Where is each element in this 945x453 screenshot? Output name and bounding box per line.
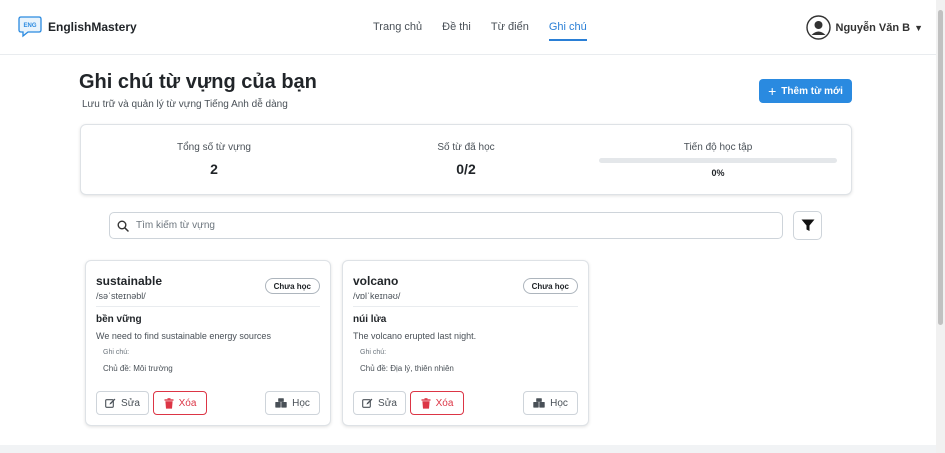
navbar: ENG EnglishMastery Trang chủ Đề thi Từ đ… bbox=[0, 0, 936, 55]
progress-bar bbox=[599, 158, 837, 163]
search-icon bbox=[117, 220, 129, 232]
stat-total: Tổng số từ vựng 2 bbox=[161, 142, 267, 177]
learn-label: Học bbox=[550, 397, 568, 409]
chevron-down-icon: ▼ bbox=[914, 22, 923, 33]
add-word-button[interactable]: + Thêm từ mới bbox=[759, 79, 852, 103]
card-phonetic: /səˈsteɪnəbl/ bbox=[96, 291, 146, 301]
card-divider bbox=[353, 306, 578, 307]
chat-bubble-logo-icon: ENG bbox=[18, 16, 42, 38]
progress-text: 0% bbox=[711, 168, 725, 178]
status-badge: Chưa học bbox=[264, 278, 320, 294]
card-word: volcano bbox=[353, 274, 399, 288]
delete-label: Xóa bbox=[178, 397, 197, 409]
card-phonetic: /vɒlˈkeɪnəʊ/ bbox=[353, 291, 401, 301]
page-subtitle: Lưu trữ và quản lý từ vựng Tiếng Anh dễ … bbox=[82, 99, 288, 110]
edit-icon bbox=[362, 398, 373, 408]
vocab-card: volcano /vɒlˈkeɪnəʊ/ Chưa học núi lửa Th… bbox=[342, 260, 589, 426]
learn-button[interactable]: Học bbox=[523, 391, 578, 415]
edit-button[interactable]: Sửa bbox=[353, 391, 406, 415]
scrollbar-thumb[interactable] bbox=[938, 10, 943, 325]
card-example: The volcano erupted last night. bbox=[353, 331, 477, 341]
delete-label: Xóa bbox=[435, 397, 454, 409]
card-note-label: Ghi chú: bbox=[103, 349, 130, 356]
stat-total-label: Tổng số từ vựng bbox=[177, 142, 251, 153]
page-title: Ghi chú từ vựng của bạn bbox=[79, 71, 317, 93]
card-divider bbox=[96, 306, 320, 307]
stat-progress: Tiến độ học tập 0% bbox=[599, 142, 837, 178]
nav-home[interactable]: Trang chủ bbox=[373, 21, 422, 41]
stat-learned: Số từ đã học 0/2 bbox=[411, 142, 521, 177]
brand-logo-text: ENG bbox=[23, 23, 36, 29]
card-meaning: núi lửa bbox=[353, 314, 387, 325]
stat-learned-value: 0/2 bbox=[456, 161, 476, 177]
edit-icon bbox=[105, 398, 116, 408]
edit-button[interactable]: Sửa bbox=[96, 391, 149, 415]
search-input[interactable] bbox=[136, 220, 736, 231]
stats-panel: Tổng số từ vựng 2 Số từ đã học 0/2 Tiến … bbox=[80, 124, 852, 195]
book-icon bbox=[533, 398, 545, 408]
user-name: Nguyễn Văn B bbox=[835, 21, 911, 34]
delete-button[interactable]: Xóa bbox=[410, 391, 464, 415]
book-icon bbox=[275, 398, 287, 408]
trash-icon bbox=[164, 397, 174, 409]
stat-progress-label: Tiến độ học tập bbox=[683, 142, 753, 153]
card-word: sustainable bbox=[96, 274, 163, 288]
user-menu[interactable]: Nguyễn Văn B ▼ bbox=[805, 15, 923, 40]
learn-button[interactable]: Học bbox=[265, 391, 320, 415]
page-scrollbar[interactable] bbox=[936, 0, 945, 453]
nav-dictionary[interactable]: Từ điển bbox=[491, 21, 529, 41]
search-box bbox=[109, 212, 783, 239]
filter-icon bbox=[801, 219, 814, 231]
add-word-label: Thêm từ mới bbox=[781, 85, 843, 97]
card-example: We need to find sustainable energy sourc… bbox=[96, 331, 271, 341]
trash-icon bbox=[421, 397, 431, 409]
filter-button[interactable] bbox=[793, 211, 822, 240]
card-meaning: bền vững bbox=[96, 314, 142, 325]
delete-button[interactable]: Xóa bbox=[153, 391, 207, 415]
vocab-card: sustainable /səˈsteɪnəbl/ Chưa học bền v… bbox=[85, 260, 331, 426]
plus-icon: + bbox=[768, 83, 777, 99]
learn-label: Học bbox=[292, 397, 310, 409]
nav-notes[interactable]: Ghi chú bbox=[548, 21, 587, 41]
edit-label: Sửa bbox=[121, 397, 140, 409]
brand[interactable]: ENG EnglishMastery bbox=[18, 16, 137, 38]
card-note: Chủ đề: Môi trường bbox=[103, 364, 173, 373]
main-nav: Trang chủ Đề thi Từ điển Ghi chú bbox=[373, 21, 587, 41]
stat-total-value: 2 bbox=[210, 161, 218, 177]
card-note: Chủ đề: Địa lý, thiên nhiên bbox=[360, 364, 454, 373]
stat-learned-label: Số từ đã học bbox=[437, 142, 495, 153]
brand-name: EnglishMastery bbox=[48, 20, 137, 34]
user-avatar-icon bbox=[805, 15, 831, 40]
card-note-label: Ghi chú: bbox=[360, 349, 387, 356]
nav-exams[interactable]: Đề thi bbox=[442, 21, 471, 41]
page-footer-edge bbox=[0, 445, 936, 453]
status-badge: Chưa học bbox=[522, 278, 578, 294]
edit-label: Sửa bbox=[378, 397, 397, 409]
